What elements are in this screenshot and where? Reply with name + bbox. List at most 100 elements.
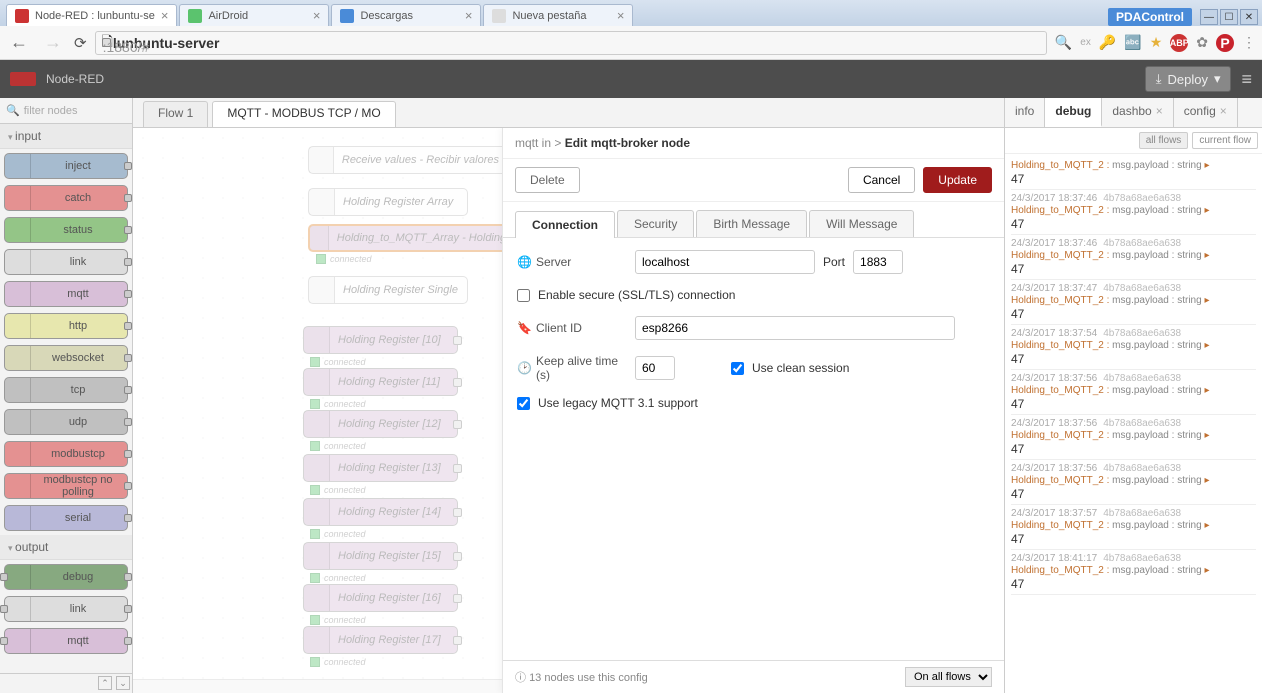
nav-back-icon[interactable]: ← xyxy=(6,32,32,53)
debug-message[interactable]: Holding_to_MQTT_2 : msg.payload : string… xyxy=(1011,156,1256,190)
sidebar-tab-dashbo[interactable]: dashbo× xyxy=(1102,98,1173,127)
debug-message[interactable]: 24/3/2017 18:37:474b78a68ae6a638Holding_… xyxy=(1011,280,1256,325)
edit-tab[interactable]: Will Message xyxy=(809,210,914,237)
debug-message[interactable]: 24/3/2017 18:37:464b78a68ae6a638Holding_… xyxy=(1011,235,1256,280)
tab-close-icon[interactable]: × xyxy=(161,8,169,23)
comment-node[interactable]: Receive values - Recibir valores xyxy=(308,146,508,174)
palette-node[interactable]: modbustcp no polling xyxy=(4,473,128,499)
mqtt-in-node[interactable]: Holding Register [11]connected xyxy=(303,368,458,396)
hamburger-icon[interactable]: ≡ xyxy=(1241,69,1252,90)
mqtt-in-node[interactable]: Holding Register [15]connected xyxy=(303,542,458,570)
browser-tab[interactable]: Nueva pestaña× xyxy=(483,4,633,26)
palette-node[interactable]: debug xyxy=(4,564,128,590)
node-status: connected xyxy=(310,657,366,667)
sidebar-tab-debug[interactable]: debug xyxy=(1045,98,1102,127)
pinterest-icon[interactable]: P xyxy=(1216,34,1234,52)
debug-node-id: 4b78a68ae6a638 xyxy=(1103,463,1181,474)
mqtt-in-node[interactable]: Holding Register [10]connected xyxy=(303,326,458,354)
comment-node[interactable]: Holding Register Array xyxy=(308,188,468,216)
edit-tab[interactable]: Birth Message xyxy=(696,210,807,237)
tab-close-icon[interactable]: × xyxy=(1156,104,1163,118)
debug-message[interactable]: 24/3/2017 18:37:564b78a68ae6a638Holding_… xyxy=(1011,460,1256,505)
palette-node[interactable]: status xyxy=(4,217,128,243)
edit-tab[interactable]: Connection xyxy=(515,211,615,238)
ex-icon[interactable]: ex xyxy=(1080,37,1091,48)
clientid-input[interactable] xyxy=(635,316,955,340)
translate-icon[interactable]: 🔤 xyxy=(1124,34,1141,51)
keepalive-input[interactable] xyxy=(635,356,675,380)
window-close[interactable]: ✕ xyxy=(1240,9,1258,25)
debug-messages[interactable]: Holding_to_MQTT_2 : msg.payload : string… xyxy=(1005,154,1262,693)
tab-close-icon[interactable]: × xyxy=(465,8,473,23)
browser-tab[interactable]: Descargas× xyxy=(331,4,481,26)
nav-forward-icon[interactable]: → xyxy=(40,32,66,53)
palette-node[interactable]: mqtt xyxy=(4,281,128,307)
puzzle-icon[interactable]: ✿ xyxy=(1196,34,1208,51)
server-input[interactable] xyxy=(635,250,815,274)
browser-tab[interactable]: AirDroid× xyxy=(179,4,329,26)
tab-close-icon[interactable]: × xyxy=(617,8,625,23)
mqtt-in-node[interactable]: Holding Register [13]connected xyxy=(303,454,458,482)
debug-message[interactable]: 24/3/2017 18:37:464b78a68ae6a638Holding_… xyxy=(1011,190,1256,235)
search-icon[interactable]: 🔍 xyxy=(1055,34,1072,51)
comment-icon xyxy=(309,277,335,303)
key-icon[interactable]: 🔑 xyxy=(1099,34,1116,51)
sidebar-tab-config[interactable]: config× xyxy=(1174,98,1238,127)
window-minimize[interactable]: — xyxy=(1200,9,1218,25)
menu-icon[interactable]: ⋮ xyxy=(1242,34,1256,51)
palette-node[interactable]: udp xyxy=(4,409,128,435)
flow-tab[interactable]: Flow 1 xyxy=(143,101,208,127)
palette-node[interactable]: link xyxy=(4,596,128,622)
tab-close-icon[interactable]: × xyxy=(1220,104,1227,118)
deploy-button[interactable]: ⤓ Deploy ▾ xyxy=(1145,66,1232,92)
config-usage-info: ⓘ 13 nodes use this config xyxy=(515,669,648,685)
debug-message[interactable]: 24/3/2017 18:37:564b78a68ae6a638Holding_… xyxy=(1011,370,1256,415)
flow-tab[interactable]: MQTT - MODBUS TCP / MO xyxy=(212,101,395,127)
palette-node[interactable]: http xyxy=(4,313,128,339)
star-icon[interactable]: ★ xyxy=(1150,34,1163,51)
debug-message[interactable]: 24/3/2017 18:37:544b78a68ae6a638Holding_… xyxy=(1011,325,1256,370)
filter-current-flow[interactable]: current flow xyxy=(1192,132,1258,149)
mqtt-in-node[interactable]: Holding Register [12]connected xyxy=(303,410,458,438)
palette-node[interactable]: inject xyxy=(4,153,128,179)
palette-node[interactable]: mqtt xyxy=(4,628,128,654)
debug-message[interactable]: 24/3/2017 18:37:574b78a68ae6a638Holding_… xyxy=(1011,505,1256,550)
palette-node[interactable]: catch xyxy=(4,185,128,211)
debug-message[interactable]: 24/3/2017 18:37:564b78a68ae6a638Holding_… xyxy=(1011,415,1256,460)
palette-expand-icon[interactable]: ⌄ xyxy=(116,676,130,690)
filter-all-flows[interactable]: all flows xyxy=(1139,132,1189,149)
edit-tab[interactable]: Security xyxy=(617,210,694,237)
abp-icon[interactable]: ABP xyxy=(1170,34,1188,52)
palette-node[interactable]: websocket xyxy=(4,345,128,371)
palette-node[interactable]: modbustcp xyxy=(4,441,128,467)
mqtt-in-node[interactable]: Holding Register [16]connected xyxy=(303,584,458,612)
palette-collapse-icon[interactable]: ⌃ xyxy=(98,676,112,690)
sidebar-tab-info[interactable]: info xyxy=(1005,98,1045,127)
debug-message[interactable]: 24/3/2017 18:41:174b78a68ae6a638Holding_… xyxy=(1011,550,1256,595)
palette-category-output[interactable]: output xyxy=(0,535,132,560)
palette-node[interactable]: link xyxy=(4,249,128,275)
config-scope-select[interactable]: On all flows xyxy=(905,667,992,687)
tab-close-icon[interactable]: × xyxy=(313,8,321,23)
browser-tab[interactable]: Node-RED : lunbuntu-se× xyxy=(6,4,177,26)
palette-node[interactable]: serial xyxy=(4,505,128,531)
reload-icon[interactable]: ⟳ xyxy=(74,34,87,52)
palette-category-input[interactable]: input xyxy=(0,124,132,149)
flow-canvas[interactable]: Receive values - Recibir valores Holding … xyxy=(133,128,1004,693)
address-bar[interactable]: 🗋 lunbuntu-server :1880/# xyxy=(95,31,1047,55)
legacy-checkbox[interactable] xyxy=(517,397,530,410)
update-button[interactable]: Update xyxy=(923,167,992,193)
clean-session-checkbox[interactable] xyxy=(731,362,744,375)
debug-value: 47 xyxy=(1011,577,1256,591)
delete-button[interactable]: Delete xyxy=(515,167,580,193)
mqtt-in-node[interactable]: Holding Register [14]connected xyxy=(303,498,458,526)
palette-filter[interactable]: 🔍 filter nodes xyxy=(0,98,132,124)
ssl-checkbox[interactable] xyxy=(517,289,530,302)
comment-node[interactable]: Holding Register Single xyxy=(308,276,468,304)
cancel-button[interactable]: Cancel xyxy=(848,167,915,193)
clock-icon: 🕑 xyxy=(517,361,532,375)
mqtt-in-node[interactable]: Holding Register [17]connected xyxy=(303,626,458,654)
port-input[interactable] xyxy=(853,250,903,274)
window-maximize[interactable]: ☐ xyxy=(1220,9,1238,25)
palette-node[interactable]: tcp xyxy=(4,377,128,403)
